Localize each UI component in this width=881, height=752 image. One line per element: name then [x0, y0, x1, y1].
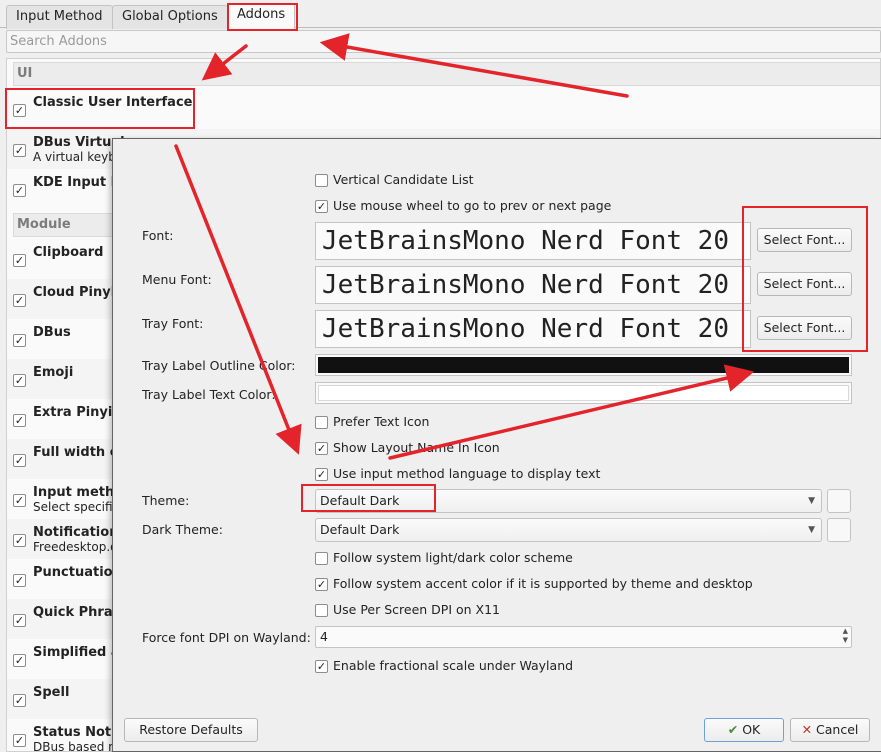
- ok-button[interactable]: ✔ OK: [704, 718, 784, 742]
- fractional-scale-label: Enable fractional scale under Wayland: [333, 658, 574, 673]
- layout-name-label: Show Layout Name In Icon: [333, 440, 500, 455]
- follow-scheme-checkbox[interactable]: [315, 552, 328, 565]
- layout-name-checkbox[interactable]: ✓: [315, 442, 328, 455]
- addon-title: Notification: [33, 525, 119, 540]
- vertical-candidate-label: Vertical Candidate List: [333, 172, 474, 187]
- addon-description: Freedesktop.o: [33, 540, 118, 554]
- addon-title: Full width c: [33, 445, 118, 460]
- theme-label: Theme:: [142, 493, 190, 508]
- addon-checkbox[interactable]: ✓: [13, 734, 26, 747]
- addon-title: Extra Pinyin: [33, 405, 122, 420]
- follow-scheme-label: Follow system light/dark color scheme: [333, 550, 573, 565]
- addon-title: Input metho: [33, 485, 124, 500]
- im-language-label: Use input method language to display tex…: [333, 466, 601, 481]
- addon-checkbox[interactable]: ✓: [13, 144, 26, 157]
- addon-title: Spell: [33, 685, 70, 700]
- addon-checkbox[interactable]: ✓: [13, 294, 26, 307]
- tray-outline-color-picker[interactable]: [315, 354, 852, 376]
- cancel-button[interactable]: ✕ Cancel: [790, 718, 870, 742]
- addon-title: KDE Input M: [33, 175, 124, 190]
- addon-title: Cloud Pinyin: [33, 285, 125, 300]
- dark-theme-value: Default Dark: [320, 522, 400, 537]
- search-addons-input[interactable]: Search Addons: [6, 30, 881, 53]
- addon-title: Quick Phras: [33, 605, 121, 620]
- per-screen-dpi-checkbox[interactable]: [315, 604, 328, 617]
- addon-checkbox[interactable]: ✓: [13, 494, 26, 507]
- addon-title: DBus: [33, 325, 71, 340]
- cancel-icon: ✕: [801, 722, 813, 737]
- ok-icon: ✔: [727, 722, 739, 737]
- tray-outline-color-label: Tray Label Outline Color:: [142, 358, 296, 373]
- addon-checkbox[interactable]: ✓: [13, 184, 26, 197]
- cancel-label: Cancel: [816, 722, 859, 737]
- addon-title: DBus Virtual: [33, 135, 125, 150]
- annotation-box-select-font: [742, 206, 868, 352]
- font-preview: JetBrainsMono Nerd Font 20: [315, 222, 751, 260]
- menu-font-label: Menu Font:: [142, 272, 212, 287]
- dark-theme-select[interactable]: Default Dark ▼: [315, 518, 822, 542]
- annotation-box-addons-tab: [227, 3, 298, 31]
- tray-text-color-picker[interactable]: [315, 382, 852, 404]
- font-label: Font:: [142, 228, 174, 243]
- annotation-box-theme: [301, 484, 436, 512]
- addon-checkbox[interactable]: ✓: [13, 574, 26, 587]
- addon-checkbox[interactable]: ✓: [13, 334, 26, 347]
- mouse-wheel-label: Use mouse wheel to go to prev or next pa…: [333, 198, 612, 213]
- addon-checkbox[interactable]: ✓: [13, 654, 26, 667]
- prefer-text-icon-label: Prefer Text Icon: [333, 414, 430, 429]
- addon-checkbox[interactable]: ✓: [13, 694, 26, 707]
- tray-font-label: Tray Font:: [142, 316, 204, 331]
- addon-title: Emoji: [33, 365, 74, 380]
- force-dpi-label: Force font DPI on Wayland:: [142, 630, 311, 645]
- menu-font-preview: JetBrainsMono Nerd Font 20: [315, 266, 751, 304]
- im-language-checkbox[interactable]: ✓: [315, 468, 328, 481]
- fractional-scale-checkbox[interactable]: ✓: [315, 660, 328, 673]
- addon-checkbox[interactable]: ✓: [13, 454, 26, 467]
- vertical-candidate-checkbox[interactable]: [315, 174, 328, 187]
- addon-title: Simplified a: [33, 645, 120, 660]
- addon-checkbox[interactable]: ✓: [13, 614, 26, 627]
- spin-arrows-icon[interactable]: ▲ ▼: [843, 627, 848, 645]
- tray-text-color-label: Tray Label Text Color:: [142, 387, 276, 402]
- addon-checkbox[interactable]: ✓: [13, 374, 26, 387]
- prefer-text-icon-checkbox[interactable]: [315, 416, 328, 429]
- force-dpi-value: 4: [320, 629, 328, 644]
- addon-checkbox[interactable]: ✓: [13, 254, 26, 267]
- chevron-down-icon: ▼: [808, 525, 815, 535]
- addon-description: A virtual keyb: [33, 150, 116, 164]
- follow-accent-checkbox[interactable]: ✓: [315, 578, 328, 591]
- ok-label: OK: [742, 722, 761, 737]
- addon-checkbox[interactable]: ✓: [13, 414, 26, 427]
- dark-theme-config-button[interactable]: [827, 518, 851, 542]
- dark-theme-label: Dark Theme:: [142, 522, 223, 537]
- follow-accent-label: Follow system accent color if it is supp…: [333, 576, 753, 591]
- addon-checkbox[interactable]: ✓: [13, 534, 26, 547]
- annotation-box-classic-ui: [5, 88, 195, 129]
- tab-global-options[interactable]: Global Options: [112, 5, 228, 29]
- force-dpi-spinbox[interactable]: 4 ▲ ▼: [315, 626, 852, 648]
- addon-title: Status Notif: [33, 725, 122, 740]
- chevron-down-icon: ▼: [808, 496, 815, 506]
- tray-font-preview: JetBrainsMono Nerd Font 20: [315, 310, 751, 348]
- mouse-wheel-checkbox[interactable]: ✓: [315, 200, 328, 213]
- addon-description: DBus based n: [33, 740, 116, 752]
- category-ui: UI: [13, 62, 880, 86]
- tab-input-method[interactable]: Input Method: [6, 5, 113, 29]
- restore-defaults-button[interactable]: Restore Defaults: [124, 718, 258, 742]
- addon-title: Punctuation: [33, 565, 122, 580]
- per-screen-dpi-label: Use Per Screen DPI on X11: [333, 602, 501, 617]
- addon-title: Clipboard: [33, 245, 104, 260]
- addon-description: Select specifi: [33, 500, 113, 514]
- theme-config-button[interactable]: [827, 489, 851, 513]
